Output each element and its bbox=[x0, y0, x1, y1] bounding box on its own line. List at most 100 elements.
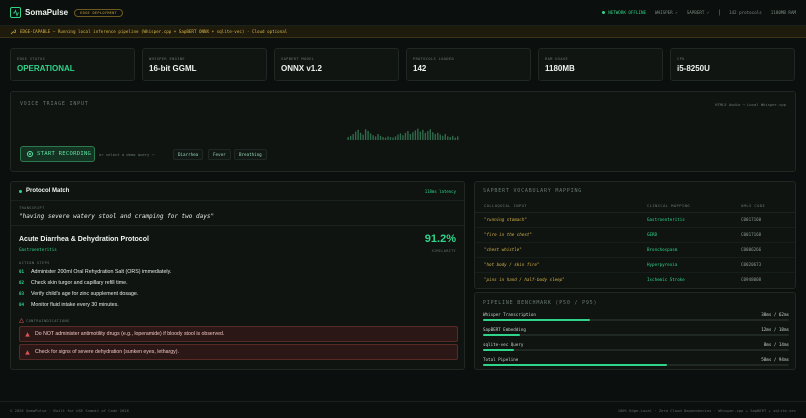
sapbert-status: SAPBERT ✓ bbox=[686, 10, 710, 15]
waveform-bar bbox=[384, 137, 387, 140]
waveform-bar bbox=[412, 132, 414, 140]
stat-value: 1180MB bbox=[545, 64, 575, 73]
step-text: Verify child's age for zinc supplement d… bbox=[31, 291, 139, 297]
benchmark-bar bbox=[483, 349, 789, 351]
benchmark-label: Whisper Transcription bbox=[483, 312, 536, 317]
page-footer: © 2026 SomaPulse · Built for USE Summit … bbox=[0, 401, 806, 418]
waveform-bar bbox=[362, 134, 364, 140]
table-row: "running stomach" Gastroenteritis C00171… bbox=[475, 213, 795, 228]
table-row: "hot body / skin fire" Hyperpyrexia C002… bbox=[475, 258, 795, 273]
waveform-bar bbox=[419, 131, 422, 140]
voice-panel-title: VOICE TRIAGE INPUT bbox=[20, 101, 89, 107]
contraindications-label: CONTRAINDICATIONS bbox=[19, 318, 70, 323]
waveform-bar bbox=[364, 129, 367, 140]
waveform-bar bbox=[389, 137, 392, 140]
network-status: NETWORK OFFLINE bbox=[602, 10, 646, 15]
waveform-bar bbox=[377, 134, 379, 140]
waveform-bar bbox=[379, 135, 382, 140]
wrench-icon bbox=[10, 29, 16, 34]
clinical-cell: Hyperpyrexia bbox=[647, 262, 678, 267]
app-header: SomaPulse EDGE DEPLOYMENT NETWORK OFFLIN… bbox=[0, 0, 806, 26]
divider bbox=[11, 225, 464, 226]
waveform-bar bbox=[432, 132, 434, 140]
edge-deployment-badge: EDGE DEPLOYMENT bbox=[74, 8, 124, 17]
stat-value: i5-8250U bbox=[677, 64, 710, 73]
waveform-bar bbox=[397, 134, 399, 140]
stat-value: 16-bit GGML bbox=[149, 64, 197, 73]
protocol-panel-title: Protocol Match bbox=[26, 188, 70, 194]
waveform-bar bbox=[439, 134, 441, 140]
protocol-header: Protocol Match bbox=[19, 188, 69, 194]
waveform-bar bbox=[352, 134, 354, 140]
benchmark-bar-fill bbox=[483, 364, 667, 366]
audio-waveform bbox=[347, 128, 459, 140]
waveform-bar bbox=[437, 132, 439, 140]
benchmark-bar bbox=[483, 319, 789, 321]
waveform-bar bbox=[447, 136, 449, 140]
waveform-bar bbox=[347, 137, 349, 140]
clinical-cell: Bronchospasm bbox=[647, 247, 678, 252]
demo-chip-breathing[interactable]: Breathing bbox=[234, 149, 267, 160]
network-status-label: NETWORK OFFLINE bbox=[608, 10, 647, 15]
action-step: 01 Administer 200ml Oral Rehydration Sal… bbox=[19, 269, 171, 275]
start-recording-button[interactable]: START RECORDING bbox=[20, 146, 95, 162]
waveform-bar bbox=[382, 137, 384, 140]
colloquial-cell: "chest whistle" bbox=[484, 247, 522, 252]
record-icon bbox=[27, 151, 33, 157]
waveform-bar bbox=[417, 128, 419, 140]
stat-card-cpu: CPU i5-8250U bbox=[670, 48, 795, 81]
stat-value: 142 bbox=[413, 64, 427, 73]
stat-card-ram-usage: RAM USAGE 1180MB bbox=[538, 48, 663, 81]
benchmark-value: 38ms / 62ms bbox=[761, 312, 789, 317]
waveform-bar bbox=[407, 131, 409, 140]
demo-chip-diarrhea[interactable]: Diarrhea bbox=[173, 149, 204, 160]
latency-value: 118ms latency bbox=[424, 189, 456, 194]
benchmark-label: sqlite-vec Query bbox=[483, 342, 524, 347]
waveform-bar bbox=[457, 136, 459, 140]
status-dot-icon bbox=[602, 11, 606, 14]
benchmark-bar bbox=[483, 334, 789, 336]
step-text: Monitor fluid intake every 30 minutes. bbox=[31, 302, 119, 308]
contraindication-alert: Check for signs of severe dehydration (s… bbox=[19, 344, 458, 360]
bench-panel-title: PIPELINE BENCHMARK (P50 / P95) bbox=[483, 300, 598, 306]
waveform-bar bbox=[357, 129, 359, 140]
waveform-bar bbox=[374, 136, 377, 140]
umls-cell: C0948008 bbox=[741, 277, 762, 282]
footer-copyright: © 2026 SomaPulse · Built for USE Summit … bbox=[10, 407, 129, 413]
colloquial-cell: "pins in hand / half-body sleep" bbox=[484, 277, 565, 282]
contraindications-label-text: CONTRAINDICATIONS bbox=[26, 318, 70, 323]
stat-label: SAPBERT MODEL bbox=[281, 57, 315, 61]
edge-capable-banner: EDGE-CAPABLE — Running local inference p… bbox=[0, 26, 806, 38]
benchmark-value: 12ms / 18ms bbox=[761, 327, 789, 332]
waveform-bar bbox=[402, 135, 404, 140]
waveform-bar bbox=[399, 133, 402, 140]
ram-usage: 1180MB RAM bbox=[770, 10, 796, 15]
action-step: 03 Verify child's age for zinc supplemen… bbox=[19, 291, 138, 297]
protocols-count: 142 protocols bbox=[729, 10, 762, 15]
transcript-text: "having severe watery stool and cramping… bbox=[19, 213, 215, 220]
whisper-status: WHISPER ✓ bbox=[655, 10, 678, 15]
waveform-bar bbox=[349, 135, 352, 140]
banner-text: EDGE-CAPABLE — Running local inference p… bbox=[20, 29, 288, 34]
step-number: 01 bbox=[19, 269, 25, 274]
logo-icon bbox=[10, 7, 21, 18]
start-recording-label: START RECORDING bbox=[37, 151, 92, 157]
footer-stack-info: 100% Edge-Local · Zero Cloud Dependencie… bbox=[617, 407, 796, 413]
similarity-score: 91.2% bbox=[424, 233, 456, 245]
waveform-bar bbox=[449, 137, 451, 140]
waveform-bar bbox=[372, 135, 374, 140]
table-row: "pins in hand / half-body sleep" Ischemi… bbox=[475, 273, 795, 288]
stat-label: CPU bbox=[677, 57, 685, 61]
vocab-panel-title: SAPBERT VOCABULARY MAPPING bbox=[483, 188, 583, 194]
demo-chip-fever[interactable]: Fever bbox=[208, 149, 231, 160]
waveform-bar bbox=[429, 129, 431, 140]
clinical-cell: GERD bbox=[647, 232, 658, 237]
clinical-cell: Ischemic Stroke bbox=[647, 277, 685, 282]
stat-card-whisper-engine: WHISPER ENGINE 16-bit GGML bbox=[142, 48, 267, 81]
colloquial-cell: "running stomach" bbox=[484, 217, 527, 222]
colloquial-cell: "hot body / skin fire" bbox=[484, 262, 540, 267]
waveform-bar bbox=[392, 137, 394, 140]
header-separator: | bbox=[718, 9, 720, 16]
brand-name: SomaPulse bbox=[25, 8, 69, 17]
action-steps-label: ACTION STEPS bbox=[19, 261, 50, 265]
